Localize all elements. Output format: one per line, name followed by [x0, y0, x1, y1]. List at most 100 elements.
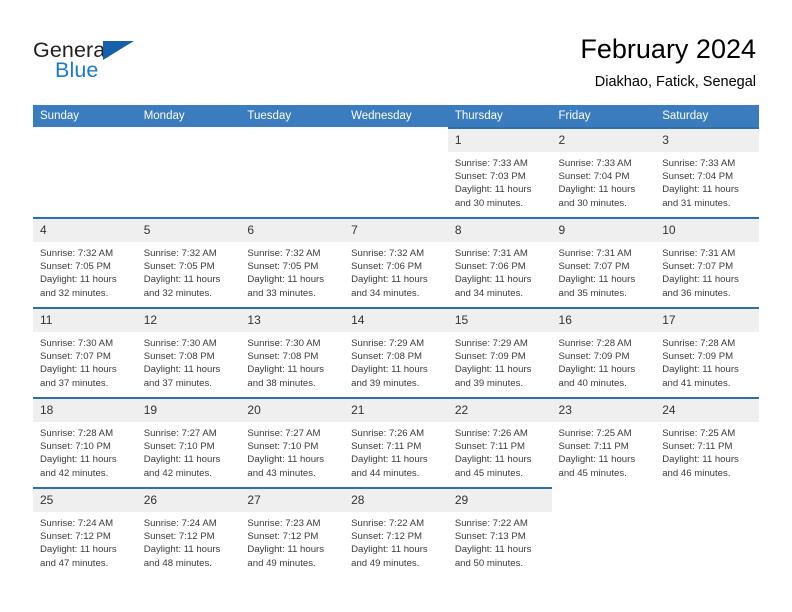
day-details: Sunrise: 7:32 AM Sunset: 7:05 PM Daylight:…: [137, 242, 241, 300]
calendar-day-cell[interactable]: 2 Sunrise: 7:33 AM Sunset: 7:04 PM Daylight…: [551, 127, 656, 218]
calendar-day-cell[interactable]: 29 Sunrise: 7:22 AM Sunset: 7:13 PM Dayligh…: [447, 487, 552, 578]
daylight-duration-line1: Daylight: 11 hours: [558, 184, 636, 196]
calendar-day-cell[interactable]: 14 Sunrise: 7:29 AM Sunset: 7:08 PM Dayligh…: [344, 307, 448, 398]
weekday-header-tuesday: Tuesday: [240, 105, 345, 128]
day-number: 19: [136, 399, 241, 422]
calendar-day-cell[interactable]: 13 Sunrise: 7:30 AM Sunset: 7:08 PM Dayligh…: [240, 307, 345, 398]
sunset-time: Sunset: 7:07 PM: [662, 261, 734, 273]
calendar-day-cell[interactable]: 25 Sunrise: 7:24 AM Sunset: 7:12 PM Dayligh…: [33, 487, 137, 578]
day-number: 29: [447, 489, 552, 512]
calendar-day-cell[interactable]: 10 Sunrise: 7:31 AM Sunset: 7:07 PM Dayligh…: [655, 217, 759, 308]
day-number: 17: [655, 309, 759, 332]
calendar-day-cell[interactable]: 6 Sunrise: 7:32 AM Sunset: 7:05 PM Daylight…: [240, 217, 345, 308]
day-details: Sunrise: 7:32 AM Sunset: 7:05 PM Daylight:…: [33, 242, 137, 300]
calendar-page: General Blue February 2024 Diakhao, Fati…: [0, 0, 792, 612]
day-details: Sunrise: 7:31 AM Sunset: 7:07 PM Daylight:…: [552, 242, 656, 300]
sunrise-time: Sunrise: 7:28 AM: [558, 338, 632, 349]
weekday-header-monday: Monday: [136, 105, 241, 128]
daylight-duration-line1: Daylight: 11 hours: [40, 454, 117, 466]
calendar-day-cell[interactable]: 21 Sunrise: 7:26 AM Sunset: 7:11 PM Dayligh…: [344, 397, 448, 488]
calendar-day-cell[interactable]: 16 Sunrise: 7:28 AM Sunset: 7:09 PM Dayligh…: [551, 307, 656, 398]
calendar-body: 1 Sunrise: 7:33 AM Sunset: 7:03 PM Daylight…: [33, 127, 759, 578]
day-number: 20: [240, 399, 345, 422]
day-details: Sunrise: 7:33 AM Sunset: 7:04 PM Daylight:…: [552, 152, 656, 210]
sunrise-time: Sunrise: 7:28 AM: [40, 428, 114, 439]
day-number: 24: [655, 399, 759, 422]
title-block: February 2024 Diakhao, Fatick, Senegal: [580, 33, 756, 91]
calendar-day-cell[interactable]: 24 Sunrise: 7:25 AM Sunset: 7:11 PM Dayligh…: [655, 397, 759, 488]
daylight-duration-line2: and 45 minutes.: [558, 467, 627, 479]
day-details: Sunrise: 7:28 AM Sunset: 7:09 PM Daylight:…: [552, 332, 656, 390]
calendar-day-cell[interactable]: 12 Sunrise: 7:30 AM Sunset: 7:08 PM Dayligh…: [136, 307, 241, 398]
sunset-time: Sunset: 7:12 PM: [40, 531, 111, 543]
sunset-time: Sunset: 7:09 PM: [454, 351, 526, 363]
calendar-cell-empty: [136, 127, 241, 218]
page-subtitle: Diakhao, Fatick, Senegal: [594, 74, 756, 90]
sunrise-time: Sunrise: 7:26 AM: [454, 428, 528, 439]
daylight-duration-line1: Daylight: 11 hours: [558, 364, 636, 376]
sunset-time: Sunset: 7:10 PM: [40, 441, 111, 453]
day-number: 18: [33, 399, 137, 422]
day-details: Sunrise: 7:31 AM Sunset: 7:07 PM Daylight:…: [655, 242, 759, 300]
calendar-day-cell[interactable]: 17 Sunrise: 7:28 AM Sunset: 7:09 PM Dayligh…: [655, 307, 759, 398]
calendar-day-cell[interactable]: 5 Sunrise: 7:32 AM Sunset: 7:05 PM Daylight…: [136, 217, 241, 308]
calendar-day-cell[interactable]: 3 Sunrise: 7:33 AM Sunset: 7:04 PM Daylight…: [655, 127, 759, 218]
calendar-table: Sunday Monday Tuesday Wednesday Thursday Frid…: [33, 105, 759, 578]
sunrise-time: Sunrise: 7:30 AM: [247, 338, 321, 349]
sunrise-time: Sunrise: 7:31 AM: [662, 248, 736, 259]
calendar-cell-empty: [655, 487, 759, 578]
daylight-duration-line2: and 31 minutes.: [662, 197, 731, 209]
sunrise-time: Sunrise: 7:27 AM: [247, 428, 321, 439]
calendar-day-cell[interactable]: 18 Sunrise: 7:28 AM Sunset: 7:10 PM Dayligh…: [33, 397, 137, 488]
calendar-day-cell[interactable]: 11 Sunrise: 7:30 AM Sunset: 7:07 PM Dayligh…: [33, 307, 137, 398]
day-number: 8: [447, 219, 552, 242]
sunrise-time: Sunrise: 7:33 AM: [558, 158, 632, 169]
day-number: 21: [344, 399, 448, 422]
day-number: 3: [655, 129, 759, 152]
daylight-duration-line1: Daylight: 11 hours: [454, 364, 532, 376]
day-details: Sunrise: 7:27 AM Sunset: 7:10 PM Daylight:…: [240, 422, 344, 480]
daylight-duration-line1: Daylight: 11 hours: [143, 364, 221, 376]
sunset-time: Sunset: 7:11 PM: [558, 441, 629, 453]
calendar-day-cell[interactable]: 20 Sunrise: 7:27 AM Sunset: 7:10 PM Dayligh…: [240, 397, 345, 488]
weekday-header-thursday: Thursday: [447, 105, 552, 128]
daylight-duration-line1: Daylight: 11 hours: [247, 274, 325, 286]
daylight-duration-line2: and 43 minutes.: [247, 467, 316, 479]
day-details: Sunrise: 7:24 AM Sunset: 7:12 PM Daylight:…: [137, 512, 241, 570]
calendar-day-cell[interactable]: 7 Sunrise: 7:32 AM Sunset: 7:06 PM Daylight…: [344, 217, 448, 308]
calendar-day-cell[interactable]: 1 Sunrise: 7:33 AM Sunset: 7:03 PM Daylight…: [447, 127, 552, 218]
daylight-duration-line2: and 34 minutes.: [351, 287, 420, 299]
daylight-duration-line1: Daylight: 11 hours: [40, 274, 117, 286]
calendar-day-cell[interactable]: 23 Sunrise: 7:25 AM Sunset: 7:11 PM Dayligh…: [551, 397, 656, 488]
day-details: Sunrise: 7:26 AM Sunset: 7:11 PM Daylight:…: [448, 422, 552, 480]
calendar-day-cell[interactable]: 22 Sunrise: 7:26 AM Sunset: 7:11 PM Dayligh…: [447, 397, 552, 488]
calendar-day-cell[interactable]: 19 Sunrise: 7:27 AM Sunset: 7:10 PM Dayligh…: [136, 397, 241, 488]
sunset-time: Sunset: 7:09 PM: [558, 351, 630, 363]
calendar-day-cell[interactable]: 8 Sunrise: 7:31 AM Sunset: 7:06 PM Daylight…: [447, 217, 552, 308]
sunset-time: Sunset: 7:13 PM: [454, 531, 526, 543]
daylight-duration-line1: Daylight: 11 hours: [40, 544, 117, 556]
calendar-day-cell[interactable]: 28 Sunrise: 7:22 AM Sunset: 7:12 PM Dayligh…: [344, 487, 448, 578]
day-details: Sunrise: 7:29 AM Sunset: 7:08 PM Daylight:…: [344, 332, 448, 390]
sunset-time: Sunset: 7:07 PM: [558, 261, 630, 273]
brand-logo[interactable]: General Blue: [33, 38, 163, 84]
calendar-week-row: 25 Sunrise: 7:24 AM Sunset: 7:12 PM Dayligh…: [33, 487, 759, 578]
calendar-cell-empty: [551, 487, 656, 578]
calendar-day-cell[interactable]: 15 Sunrise: 7:29 AM Sunset: 7:09 PM Dayligh…: [447, 307, 552, 398]
sunrise-time: Sunrise: 7:25 AM: [558, 428, 632, 439]
day-number: 11: [33, 309, 137, 332]
sunrise-time: Sunrise: 7:26 AM: [351, 428, 425, 439]
sunset-time: Sunset: 7:06 PM: [454, 261, 526, 273]
daylight-duration-line1: Daylight: 11 hours: [247, 364, 325, 376]
page-header: General Blue February 2024 Diakhao, Fati…: [0, 0, 792, 104]
day-details: Sunrise: 7:30 AM Sunset: 7:08 PM Daylight:…: [240, 332, 344, 390]
calendar-day-cell[interactable]: 26 Sunrise: 7:24 AM Sunset: 7:12 PM Dayligh…: [136, 487, 241, 578]
day-details: Sunrise: 7:33 AM Sunset: 7:03 PM Daylight:…: [448, 152, 552, 210]
sunset-time: Sunset: 7:05 PM: [40, 261, 111, 273]
sunrise-time: Sunrise: 7:29 AM: [351, 338, 425, 349]
calendar-day-cell[interactable]: 9 Sunrise: 7:31 AM Sunset: 7:07 PM Daylight…: [551, 217, 656, 308]
calendar-day-cell[interactable]: 4 Sunrise: 7:32 AM Sunset: 7:05 PM Daylight…: [33, 217, 137, 308]
day-number: 12: [136, 309, 241, 332]
sunset-time: Sunset: 7:11 PM: [351, 441, 422, 453]
calendar-day-cell[interactable]: 27 Sunrise: 7:23 AM Sunset: 7:12 PM Dayligh…: [240, 487, 345, 578]
